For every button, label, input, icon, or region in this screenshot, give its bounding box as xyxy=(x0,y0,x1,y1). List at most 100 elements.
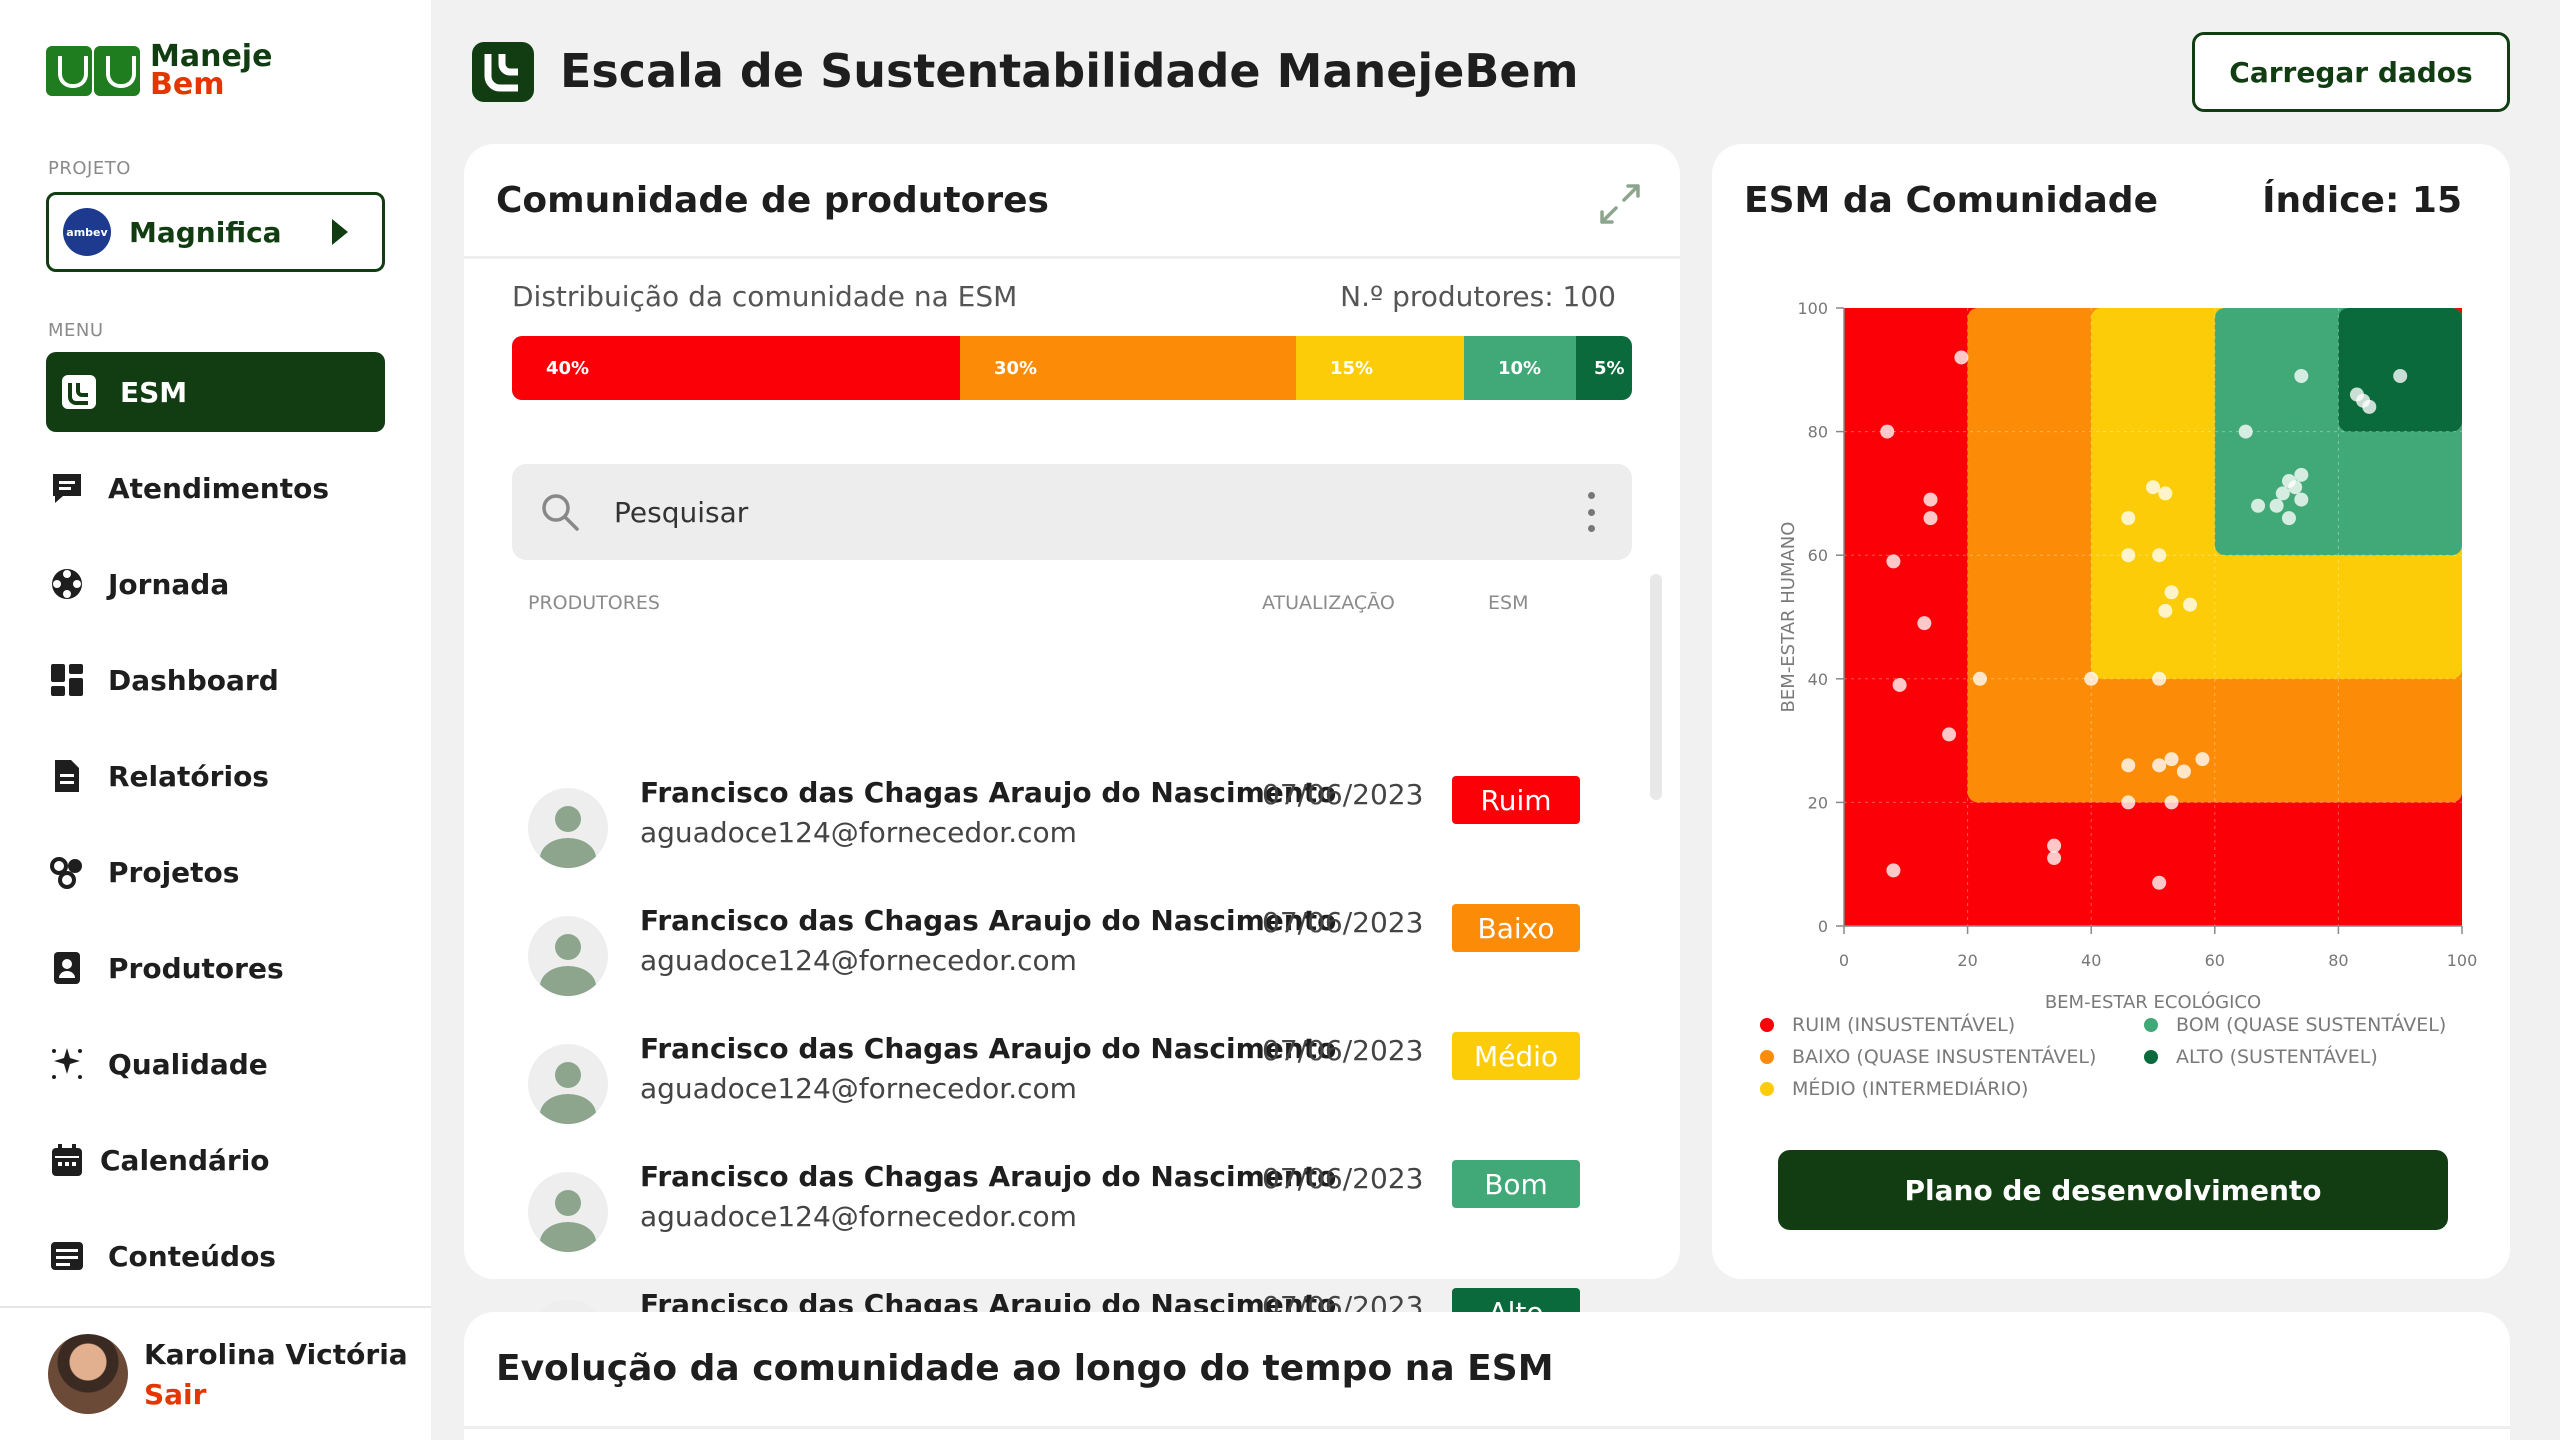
producer-avatar xyxy=(528,1044,608,1124)
legend-label: BOM (QUASE SUSTENTÁVEL) xyxy=(2176,1014,2447,1036)
producer-email: aguadoce124@fornecedor.com xyxy=(640,1072,1077,1105)
distribution-segment: 15% xyxy=(1296,336,1464,400)
x-tick-label: 80 xyxy=(2328,951,2348,970)
page-title: Escala de Sustentabilidade ManejeBem xyxy=(560,44,1579,98)
dashboard-icon xyxy=(48,661,86,699)
leaf-logo-icon xyxy=(46,46,140,96)
community-title: Comunidade de produtores xyxy=(496,180,1049,221)
esm-card-title: ESM da Comunidade xyxy=(1744,180,2158,221)
sidebar-item-dashboard[interactable]: Dashboard xyxy=(48,640,384,720)
load-data-button[interactable]: Carregar dados xyxy=(2192,32,2510,112)
report-icon xyxy=(48,757,86,795)
data-point xyxy=(1892,677,1907,692)
search-input[interactable] xyxy=(614,495,1514,529)
table-row[interactable]: Francisco das Chagas Araujo do Nasciment… xyxy=(528,1032,1628,1142)
data-point xyxy=(2238,424,2253,439)
data-point xyxy=(2121,511,2136,526)
producer-name: Francisco das Chagas Araujo do Nasciment… xyxy=(640,904,1337,937)
search-icon xyxy=(542,494,579,531)
data-point xyxy=(1923,492,1938,507)
legend-label: ALTO (SUSTENTÁVEL) xyxy=(2176,1046,2378,1068)
logout-link[interactable]: Sair xyxy=(144,1378,206,1411)
sidebar-item-label: Atendimentos xyxy=(108,471,330,505)
distribution-segment: 5% xyxy=(1576,336,1632,400)
data-point xyxy=(2183,597,2198,612)
sidebar-item-projetos[interactable]: Projetos xyxy=(48,832,384,912)
data-point xyxy=(2275,486,2290,501)
card-divider xyxy=(464,256,1680,259)
data-point xyxy=(2281,511,2296,526)
journey-icon xyxy=(48,565,86,603)
table-row[interactable]: Francisco das Chagas Araujo do Nasciment… xyxy=(528,904,1628,1014)
sidebar-item-qualidade[interactable]: Qualidade xyxy=(48,1024,384,1104)
user-name: Karolina Victória xyxy=(144,1338,408,1371)
table-row[interactable]: Francisco das Chagas Araujo do Nasciment… xyxy=(528,776,1628,886)
data-point xyxy=(2084,671,2099,686)
legend-item: BAIXO (QUASE INSUSTENTÁVEL) xyxy=(1760,1046,2096,1068)
data-point xyxy=(1923,511,1938,526)
data-point xyxy=(2121,548,2136,563)
producer-count: N.º produtores: 100 xyxy=(1340,280,1616,313)
data-point xyxy=(1954,350,1969,365)
data-point xyxy=(2152,548,2167,563)
column-header-producers: PRODUTORES xyxy=(528,592,660,614)
data-point xyxy=(2195,752,2210,767)
legend-item: MÉDIO (INTERMEDIÁRIO) xyxy=(1760,1078,2028,1100)
data-point xyxy=(2121,795,2136,810)
logo-text-line2: Bem xyxy=(150,67,225,102)
producer-avatar xyxy=(528,788,608,868)
x-axis-label: BEM-ESTAR ECOLÓGICO xyxy=(2045,991,2261,1013)
sidebar-item-calendario[interactable]: Calendário xyxy=(48,1120,384,1200)
scrollbar[interactable] xyxy=(1650,574,1662,800)
table-row[interactable]: Francisco das Chagas Araujo do Nasciment… xyxy=(528,1160,1628,1270)
sidebar-item-atendimentos[interactable]: Atendimentos xyxy=(48,448,384,528)
menu-section-label: MENU xyxy=(48,320,104,341)
distribution-label: Distribuição da comunidade na ESM xyxy=(512,280,1018,313)
data-point xyxy=(2047,851,2062,866)
sidebar-item-label: Relatórios xyxy=(108,759,269,793)
avatar[interactable] xyxy=(48,1334,128,1414)
update-date: 07/06/2023 xyxy=(1262,778,1424,811)
sidebar-item-label: Projetos xyxy=(108,855,240,889)
y-axis-label: BEM-ESTAR HUMANO xyxy=(1778,522,1799,713)
card-divider xyxy=(464,1426,2510,1429)
legend-label: MÉDIO (INTERMEDIÁRIO) xyxy=(1792,1078,2029,1100)
data-point xyxy=(2152,671,2167,686)
sidebar-divider xyxy=(0,1306,431,1308)
sidebar-item-label: Qualidade xyxy=(108,1047,268,1081)
sidebar-item-label: Conteúdos xyxy=(108,1239,276,1273)
sidebar-item-conteudos[interactable]: Conteúdos xyxy=(48,1216,384,1296)
esm-badge: Médio xyxy=(1452,1032,1580,1080)
legend-dot-icon xyxy=(1760,1018,1774,1032)
data-point xyxy=(1917,616,1932,631)
legend-label: RUIM (INSUSTENTÁVEL) xyxy=(1792,1014,2016,1036)
sidebar-item-label: Produtores xyxy=(108,951,284,985)
y-tick-label: 40 xyxy=(1808,670,1828,689)
ambev-logo: ambev xyxy=(63,208,111,256)
legend-dot-icon xyxy=(1760,1082,1774,1096)
x-tick-label: 0 xyxy=(1839,951,1849,970)
esm-index: Índice: 15 xyxy=(2262,180,2462,221)
legend-dot-icon xyxy=(2144,1018,2158,1032)
sidebar-item-jornada[interactable]: Jornada xyxy=(48,544,384,624)
esm-scatter-chart: 0 20 40 60 80 100 0 20 40 60 80 100 BEM-ESTAR ECOLÓG… xyxy=(1778,299,2478,1013)
sidebar-item-produtores[interactable]: Produtores xyxy=(48,928,384,1008)
sidebar-item-relatorios[interactable]: Relatórios xyxy=(48,736,384,816)
data-point xyxy=(1886,863,1901,878)
producer-avatar xyxy=(528,1172,608,1252)
data-point xyxy=(2158,486,2173,501)
expand-icon[interactable] xyxy=(1596,180,1644,228)
data-point xyxy=(1886,554,1901,569)
project-selector[interactable]: ambev Magnifica xyxy=(46,192,385,272)
x-tick-label: 100 xyxy=(2447,951,2478,970)
legend-item: ALTO (SUSTENTÁVEL) xyxy=(2144,1046,2378,1068)
development-plan-button[interactable]: Plano de desenvolvimento xyxy=(1778,1150,2448,1230)
esm-badge: Bom xyxy=(1452,1160,1580,1208)
project-section-label: PROJETO xyxy=(48,158,131,179)
calendar-icon xyxy=(48,1141,86,1179)
sidebar-item-label: Jornada xyxy=(108,567,230,601)
more-options-icon[interactable] xyxy=(1588,492,1596,532)
sidebar-item-esm[interactable]: ESM xyxy=(46,352,385,432)
data-point xyxy=(2281,474,2296,489)
data-point xyxy=(2146,480,2160,495)
